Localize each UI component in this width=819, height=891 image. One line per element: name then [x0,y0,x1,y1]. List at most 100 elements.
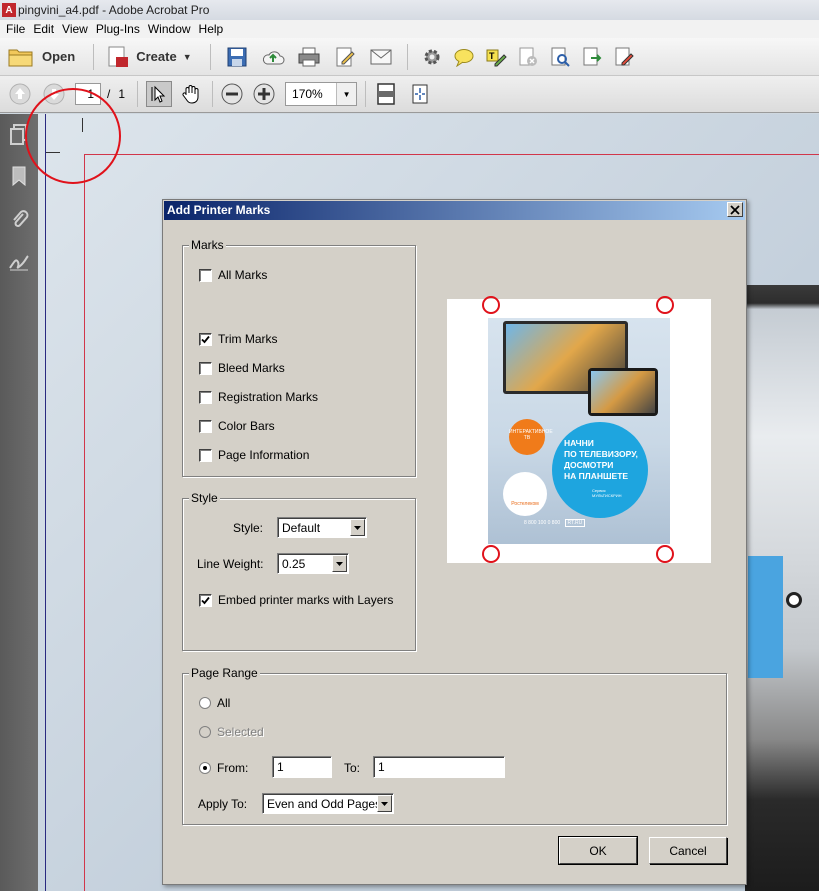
from-page-input[interactable]: 1 [272,756,332,778]
page-edge [45,114,46,891]
print-icon[interactable] [297,45,321,69]
registration-marks-checkbox[interactable] [199,390,212,404]
all-marks-option[interactable]: All Marks [199,268,267,282]
page-range-from-radio[interactable] [199,762,211,774]
edit-document-icon[interactable] [333,45,357,69]
menu-file[interactable]: File [2,22,29,36]
preview-tablet-image [588,368,658,416]
page-range-selected-label: Selected [217,725,264,739]
page-total: 1 [118,87,126,101]
close-button[interactable] [727,202,743,217]
ok-button[interactable]: OK [558,836,638,865]
sign-icon[interactable] [612,45,636,69]
preview-logo-text: Ростелеком [511,501,539,507]
page-range-selected-radio [199,726,211,738]
from-label: From: [217,761,249,775]
marks-preview: ИНТЕРАКТИВНОЕ ТВ НАЧНИ ПО ТЕЛЕВИЗОРУ, ДО… [447,296,711,563]
toolbar-divider [209,43,211,70]
trim-mark-highlight [482,296,500,314]
line-weight-label: Line Weight: [197,557,264,571]
trim-marks-checkbox[interactable] [199,332,212,346]
toolbar-divider [406,43,408,70]
menu-window[interactable]: Window [144,22,195,36]
style-group: Style Style: Default Line Weight: 0.25 E… [182,491,416,651]
previous-page-icon[interactable] [9,83,31,105]
acrobat-app-icon: A [2,3,16,17]
highlight-text-icon[interactable]: T [484,45,508,69]
page-range-all-option[interactable]: All [199,696,230,710]
cloud-upload-icon[interactable] [261,45,285,69]
page-information-checkbox[interactable] [199,448,212,462]
search-document-icon[interactable] [548,45,572,69]
all-marks-checkbox[interactable] [199,268,212,282]
preview-blue-badge: НАЧНИ ПО ТЕЛЕВИЗОРУ, ДОСМОТРИ НА ПЛАНШЕТ… [552,422,648,518]
style-value: Default [282,520,321,535]
registration-marks-label: Registration Marks [218,390,319,404]
open-button[interactable]: Open [8,46,75,68]
trim-marks-option[interactable]: Trim Marks [199,332,278,346]
window-titlebar: A pingvini_a4.pdf - Adobe Acrobat Pro [0,0,819,20]
bleed-marks-label: Bleed Marks [218,361,285,375]
line-weight-value: 0.25 [282,556,306,571]
zoom-out-icon[interactable] [221,83,243,105]
delete-page-icon[interactable] [516,45,540,69]
style-select[interactable]: Default [277,517,367,538]
embed-layers-checkbox[interactable] [199,593,212,607]
chevron-down-icon[interactable]: ▼ [336,83,357,105]
scroll-mode-icon[interactable] [374,81,398,107]
create-button[interactable]: Create ▼ [106,45,192,69]
page-range-group: Page Range All Selected From: 1 To: 1 Ap… [182,666,727,825]
trim-mark-highlight [482,545,500,563]
bleed-marks-option[interactable]: Bleed Marks [199,361,285,375]
chevron-down-icon[interactable] [332,555,347,572]
apply-to-label: Apply To: [198,797,248,811]
to-page-input[interactable]: 1 [373,756,505,778]
toolbar-divider [93,43,95,70]
page-range-all-label: All [217,696,231,710]
create-pdf-icon [106,45,130,69]
line-weight-select[interactable]: 0.25 [277,553,349,574]
window-title: pingvini_a4.pdf - Adobe Acrobat Pro [18,3,210,17]
zoom-in-icon[interactable] [253,83,275,105]
main-toolbar: Open Create ▼ T [0,38,819,76]
page-information-option[interactable]: Page Information [199,448,309,462]
bookmark-icon[interactable] [7,164,31,188]
attachment-icon[interactable] [7,207,31,231]
embed-layers-option[interactable]: Embed printer marks with Layers [199,593,393,607]
page-range-from-option[interactable]: From: [199,761,248,775]
preview-service-text: Сервис МУЛЬТИСКРИН [592,488,622,498]
bleed-marks-checkbox[interactable] [199,361,212,375]
email-icon[interactable] [369,45,393,69]
toolbar-divider [212,81,214,107]
chevron-down-icon[interactable] [350,519,365,536]
page-range-all-radio[interactable] [199,697,211,709]
color-bars-option[interactable]: Color Bars [199,419,275,433]
apply-to-select[interactable]: Even and Odd Pages [262,793,394,814]
save-icon[interactable] [225,45,249,69]
chevron-down-icon[interactable] [377,795,392,812]
page-artwork-blue-panel [748,556,802,678]
checkmark-icon [201,335,210,343]
hand-tool-icon[interactable] [178,81,204,107]
fit-page-icon[interactable] [408,81,432,107]
menu-plugins[interactable]: Plug-Ins [92,22,144,36]
add-printer-marks-dialog: Add Printer Marks Marks All Marks Trim M… [162,199,747,885]
menu-view[interactable]: View [58,22,92,36]
zoom-select[interactable]: 170% ▼ [285,82,358,106]
color-bars-checkbox[interactable] [199,419,212,433]
menu-help[interactable]: Help [195,22,228,36]
toolbar-divider [137,81,139,107]
cancel-button[interactable]: Cancel [649,837,727,864]
comment-icon[interactable] [452,45,476,69]
signature-icon[interactable] [7,250,31,274]
all-marks-label: All Marks [218,268,268,282]
export-icon[interactable] [580,45,604,69]
menu-edit[interactable]: Edit [29,22,58,36]
preview-site: RT.RU [564,519,586,527]
select-tool-icon[interactable] [146,81,173,107]
gear-icon[interactable] [420,45,444,69]
page-range-selected-option: Selected [199,725,264,739]
to-label: To: [344,761,361,775]
preview-footer: 8 800 100 0 800 RT.RU [524,519,586,527]
registration-marks-option[interactable]: Registration Marks [199,390,318,404]
